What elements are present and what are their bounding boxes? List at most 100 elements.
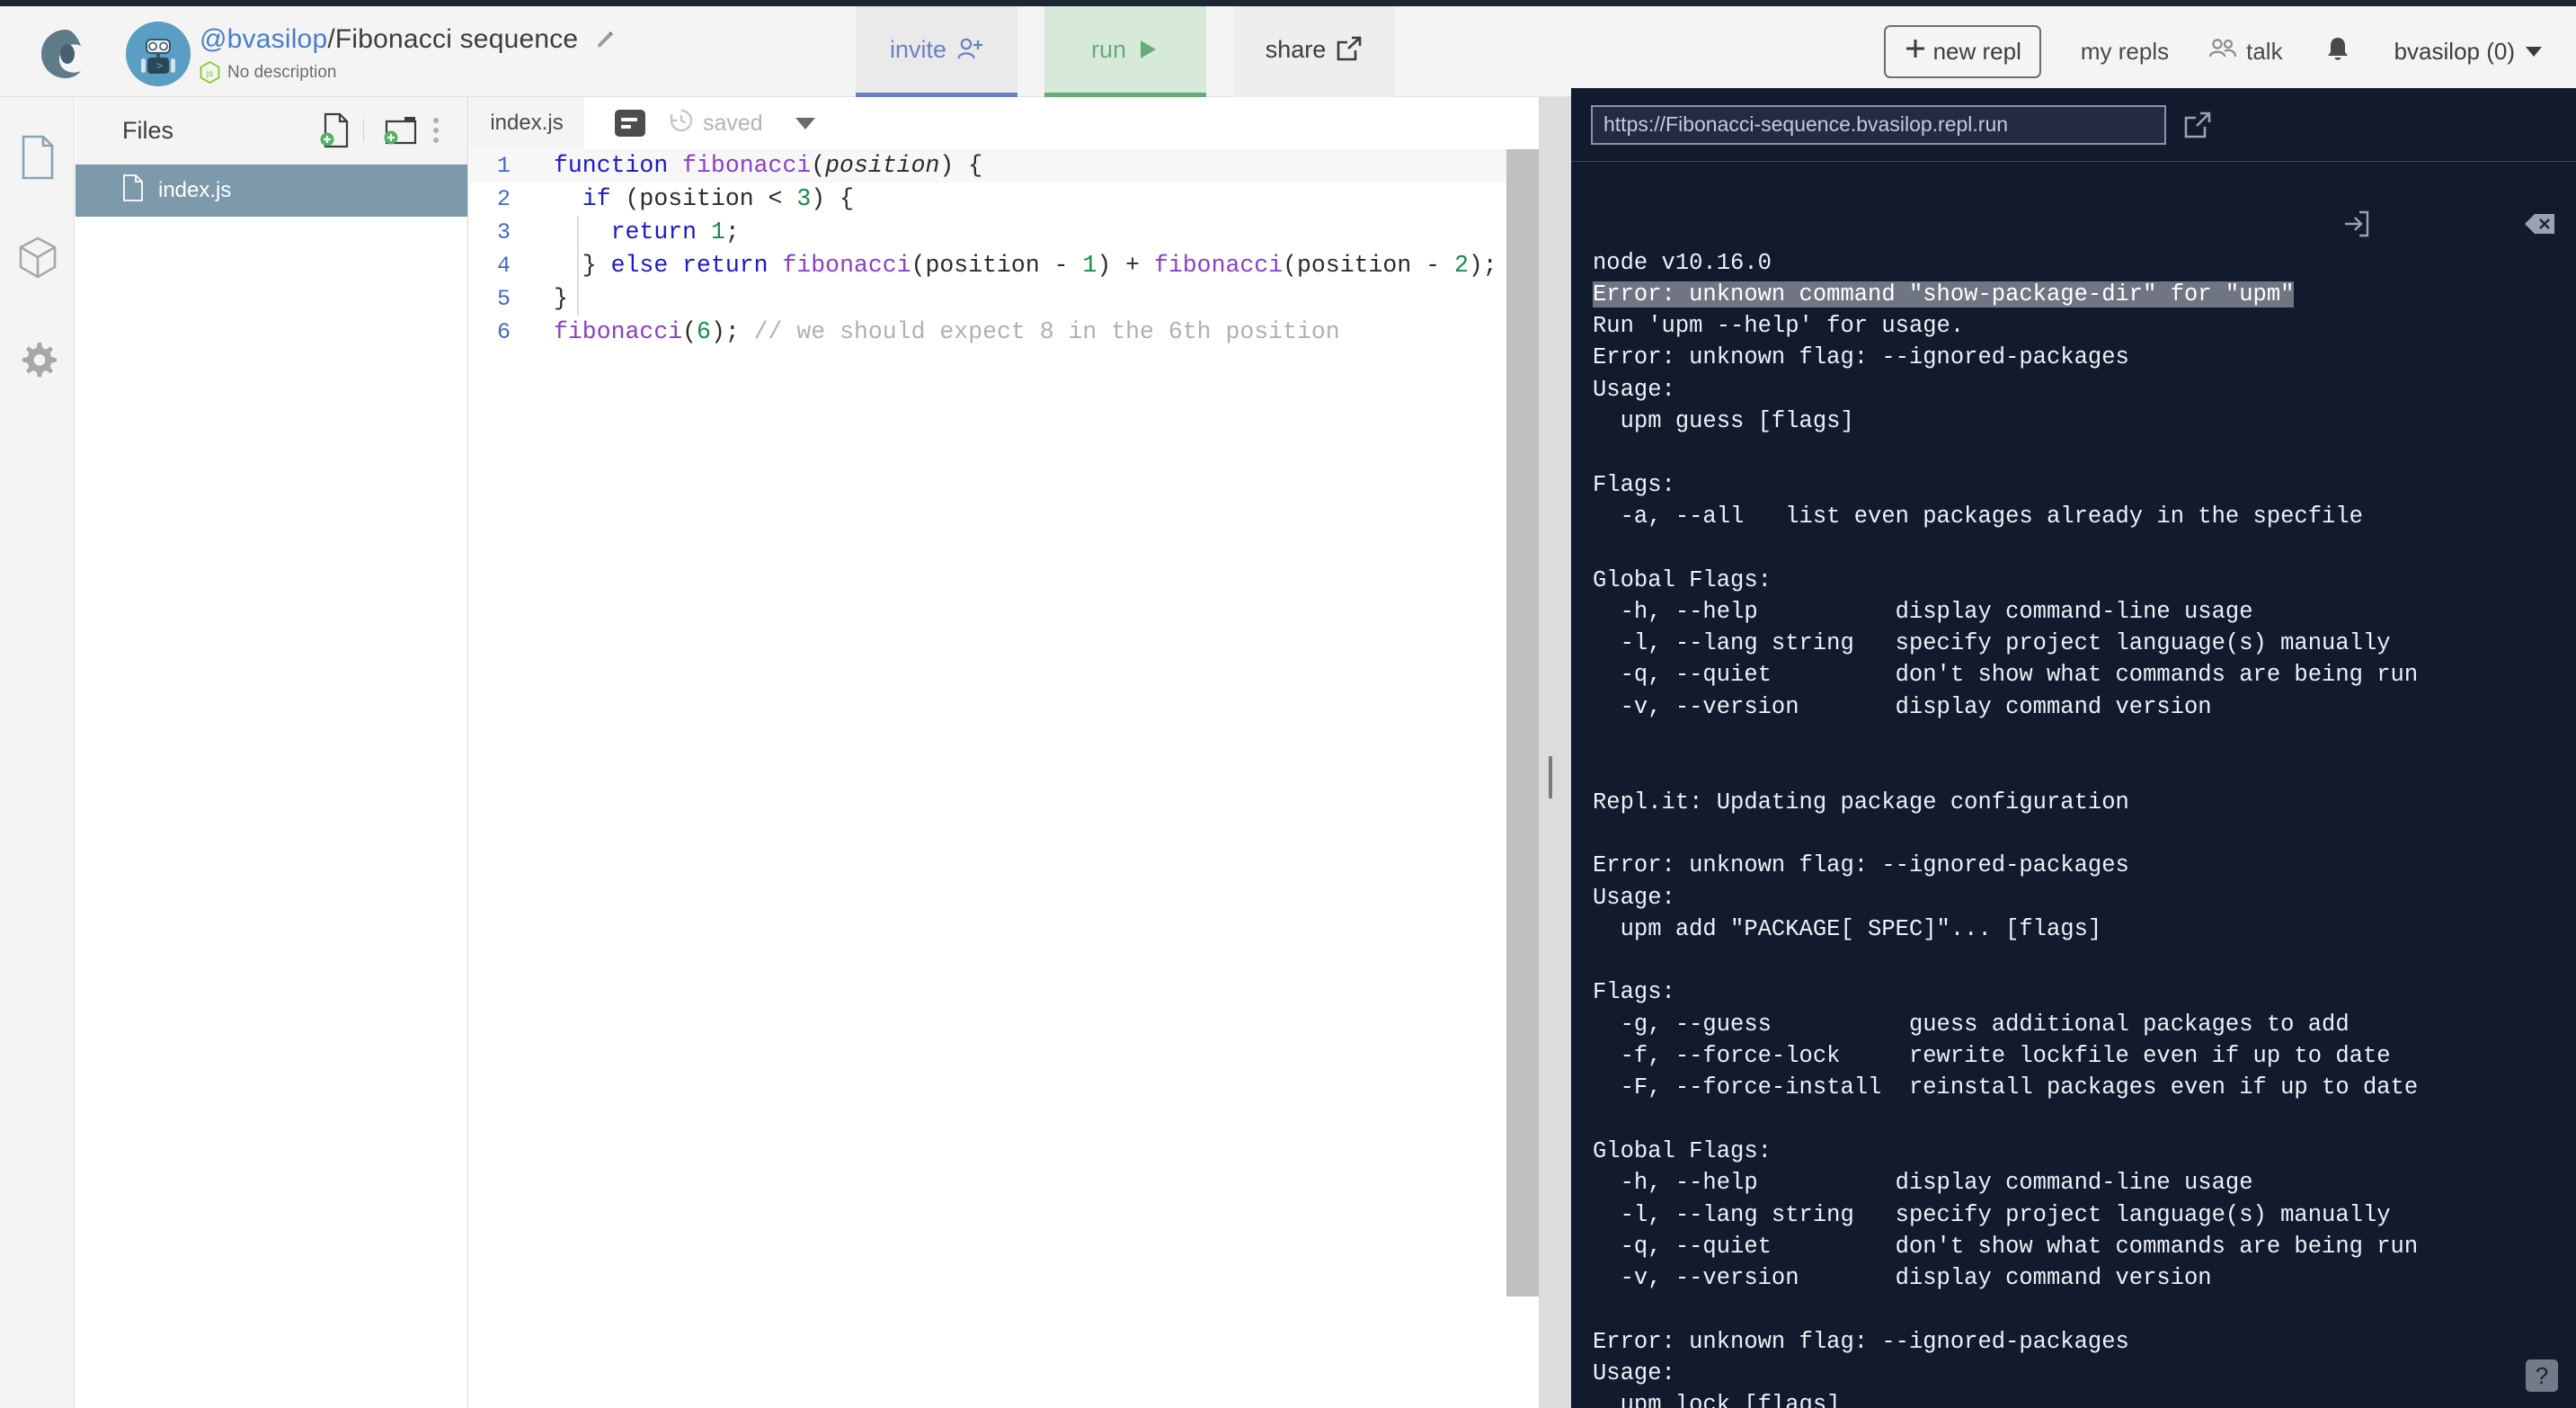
code-token: else return	[610, 252, 768, 279]
window-top-strip	[0, 0, 2576, 6]
avatar[interactable]: >	[126, 22, 191, 86]
editor-scrollbar[interactable]	[1506, 149, 1539, 1408]
console-line: Global Flags:	[1593, 566, 1772, 593]
tab-index-js[interactable]: index.js	[469, 97, 584, 149]
code-text: return 1;	[529, 216, 740, 249]
code-token: (position <	[610, 185, 797, 212]
sidebar-item-settings[interactable]	[0, 318, 75, 399]
sidebar-item-packages[interactable]	[0, 218, 75, 299]
kebab-menu-icon[interactable]	[421, 118, 451, 143]
console-line: -h, --help display command-line usage	[1593, 598, 2253, 625]
file-name: index.js	[158, 178, 232, 202]
console-line: Error: unknown flag: --ignored-packages	[1593, 344, 2129, 371]
splitter-grip[interactable]	[1549, 756, 1552, 798]
console-line: Run 'upm --help' for usage.	[1593, 313, 1965, 340]
code-token: return	[610, 218, 697, 245]
invite-button[interactable]: invite	[856, 6, 1017, 97]
console-line-selected: Error: unknown command "show-package-dir…	[1593, 281, 2295, 307]
code-text: } else return fibonacci(position - 1) + …	[529, 249, 1497, 282]
code-token: ) {	[811, 185, 854, 212]
console-line: -q, --quiet don't show what commands are…	[1593, 1233, 2419, 1260]
code-text: function fibonacci(position) {	[529, 149, 982, 183]
line-number: 4	[496, 253, 511, 279]
code-token: );	[1468, 252, 1497, 279]
my-repls-link[interactable]: my repls	[2081, 38, 2169, 66]
status-badge: saved	[669, 108, 763, 139]
editor-tab-tools: saved	[615, 108, 815, 139]
code-line: 2 if (position < 3) {	[469, 183, 1539, 216]
code-token: function	[554, 152, 683, 179]
code-token: fibonacci	[682, 152, 812, 179]
new-repl-button[interactable]: new repl	[1883, 25, 2041, 78]
repl-title-block: @bvasilop/Fibonacci sequence js No descr…	[200, 24, 615, 85]
saved-label: saved	[703, 110, 763, 136]
code-token: ;	[724, 218, 740, 245]
console-line: -f, --force-lock rewrite lockfile even i…	[1593, 1043, 2391, 1070]
console-line: -l, --lang string specify project langua…	[1593, 1201, 2391, 1228]
title-separator: /	[327, 24, 335, 54]
share-button[interactable]: share	[1233, 6, 1395, 97]
code-token: (	[682, 318, 697, 345]
left-icon-rail	[0, 97, 75, 1408]
code-token: 2	[1453, 252, 1469, 279]
code-token: if	[582, 185, 611, 212]
user-menu[interactable]: bvasilop (0)	[2394, 38, 2542, 66]
code-token: ) {	[939, 152, 983, 179]
repl-name: Fibonacci sequence	[334, 24, 579, 54]
indent-guide	[577, 216, 579, 316]
help-button[interactable]: ?	[2526, 1359, 2558, 1392]
code-token: 3	[796, 185, 812, 212]
new-folder-icon[interactable]	[381, 111, 421, 150]
pane-splitter[interactable]	[1539, 97, 1571, 1408]
console-line: Repl.it: Updating package configuration	[1593, 789, 2129, 815]
header-nav-buttons: invite run share	[856, 6, 1422, 97]
header-right-group: new repl my repls talk bvasilop (0)	[1883, 6, 2542, 97]
editor-scrollbar-thumb[interactable]	[1506, 149, 1539, 1297]
format-code-icon[interactable]	[615, 110, 645, 137]
run-button[interactable]: run	[1044, 6, 1206, 97]
chevron-down-icon[interactable]	[795, 117, 815, 129]
enter-input-icon[interactable]	[2204, 178, 2370, 281]
code-editor[interactable]: 1 function fibonacci(position) {2 if (pos…	[469, 149, 1539, 1408]
repl-description: No description	[227, 62, 337, 82]
console-url-bar	[1571, 88, 2576, 162]
repl-owner[interactable]: @bvasilop	[200, 24, 327, 54]
my-repls-label: my repls	[2080, 38, 2170, 65]
file-list-item-index-js[interactable]: index.js	[76, 165, 467, 217]
repl-url-input[interactable]	[1591, 104, 2166, 145]
new-file-icon[interactable]	[315, 111, 355, 150]
console-line: -q, --quiet don't show what commands are…	[1593, 662, 2419, 689]
pencil-icon[interactable]	[595, 26, 615, 48]
open-external-icon[interactable]	[2182, 110, 2213, 140]
console-line: upm guess [flags]	[1593, 408, 1854, 435]
line-number: 1	[496, 153, 511, 179]
talk-link[interactable]: talk	[2208, 37, 2283, 67]
js-node-badge-icon: js	[200, 60, 220, 85]
sidebar-item-files[interactable]	[0, 117, 75, 198]
clear-backspace-icon[interactable]	[2386, 181, 2556, 278]
line-number: 5	[496, 286, 511, 312]
run-label: run	[1090, 35, 1127, 63]
repl-description-row: js No description	[200, 60, 615, 85]
code-token: fibonacci	[1153, 252, 1284, 279]
code-token: fibonacci	[554, 318, 683, 345]
console-output[interactable]: node v10.16.0 Error: unknown command "sho…	[1571, 162, 2576, 1408]
bell-icon[interactable]	[2324, 35, 2351, 68]
console-line: upm add "PACKAGE[ SPEC]"... [flags]	[1593, 915, 2102, 942]
replit-logo-icon[interactable]	[38, 26, 93, 82]
console-line: -v, --version display command version	[1593, 1265, 2212, 1292]
add-person-icon	[956, 36, 983, 63]
editor-tabbar: index.js saved	[469, 97, 1539, 149]
editor-pane: index.js saved 1 function fibonacci(posi…	[469, 97, 1539, 1408]
files-panel: Files index.js	[76, 97, 468, 1408]
console-line: -l, --lang string specify project langua…	[1593, 630, 2391, 657]
console-line: Error: unknown flag: --ignored-packages	[1593, 852, 2129, 879]
console-line: -a, --all list even packages already in …	[1593, 503, 2363, 530]
line-number: 2	[496, 186, 511, 212]
file-icon	[122, 174, 144, 208]
